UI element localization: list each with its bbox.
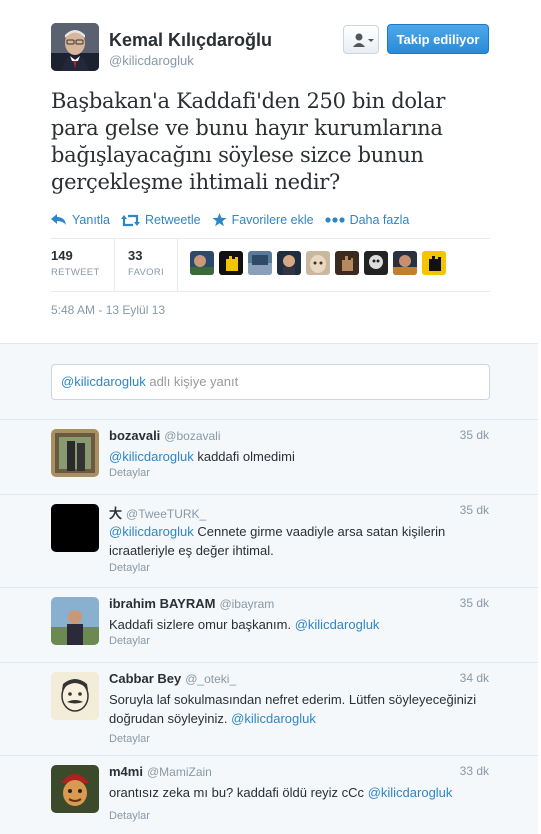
divider — [177, 239, 178, 292]
details-link[interactable]: Detaylar — [109, 733, 150, 745]
reply-body: Kaddafi sizlere omur başkanım. — [109, 617, 295, 632]
mention-link[interactable]: @kilicdarogluk — [109, 449, 194, 464]
avatar[interactable] — [51, 23, 99, 71]
retweet-stat[interactable]: 149 RETWEET — [51, 248, 100, 278]
favoriter-avatar[interactable] — [219, 251, 243, 275]
following-button[interactable]: Takip ediliyor — [387, 24, 489, 54]
star-icon — [212, 213, 227, 227]
avatar[interactable] — [51, 429, 99, 477]
reply-mention: @kilicdarogluk — [61, 374, 146, 389]
reply-text: Soruyla laf sokulmasından nefret ederim.… — [109, 690, 494, 728]
mention-link[interactable]: @kilicdarogluk — [368, 785, 453, 800]
reply-item[interactable]: bozavali @bozavali 35 dk @kilicdarogluk k… — [0, 419, 538, 494]
reply-author-name: 大 — [109, 506, 123, 521]
favoriter-avatar[interactable] — [393, 251, 417, 275]
reply-author-handle: @_oteki_ — [185, 672, 237, 686]
reply-text: @kilicdarogluk kaddafi olmedimi — [109, 447, 494, 466]
reply-author[interactable]: m4mi @MamiZain — [109, 764, 212, 779]
mention-link[interactable]: @kilicdarogluk — [231, 711, 316, 726]
reply-item[interactable]: ibrahim BAYRAM @ibayram 35 dk Kaddafi siz… — [0, 587, 538, 662]
reply-author-name: Cabbar Bey — [109, 671, 182, 686]
details-link[interactable]: Detaylar — [109, 467, 150, 479]
tweet-timestamp[interactable]: 5:48 AM - 13 Eylül 13 — [51, 303, 165, 317]
avatar[interactable] — [51, 672, 99, 720]
reply-item[interactable]: m4mi @MamiZain 33 dk orantısız zeka mı bu… — [0, 755, 538, 834]
reply-time[interactable]: 35 dk — [460, 596, 489, 610]
favorite-count-label: FAVORI — [128, 267, 164, 278]
retweet-count: 149 — [51, 248, 73, 263]
reply-placeholder: adlı kişiye yanıt — [145, 374, 239, 389]
divider — [114, 239, 115, 292]
profile-name[interactable]: Kemal Kılıçdaroğlu — [109, 30, 272, 51]
reply-area: @kilicdarogluk adlı kişiye yanıt — [0, 343, 538, 419]
retweet-count-label: RETWEET — [51, 267, 100, 278]
reply-label: Yanıtla — [72, 213, 110, 227]
favorite-label: Favorilere ekle — [231, 213, 314, 227]
reply-author-handle: @TweeTURK_ — [126, 507, 207, 521]
mention-link[interactable]: @kilicdarogluk — [295, 617, 380, 632]
reply-author-handle: @MamiZain — [146, 765, 212, 779]
tweet-stats: 149 RETWEET 33 FAVORI — [51, 238, 490, 292]
more-label: Daha fazla — [349, 213, 410, 227]
more-dots-icon — [324, 217, 345, 223]
details-link[interactable]: Detaylar — [109, 810, 150, 822]
favoriter-avatar[interactable] — [364, 251, 388, 275]
favorite-stat[interactable]: 33 FAVORI — [128, 248, 164, 278]
reply-text: orantısız zeka mı bu? kaddafi öldü reyiz… — [109, 783, 494, 802]
reply-author-handle: @ibayram — [219, 597, 275, 611]
reply-body: kaddafi olmedimi — [193, 449, 295, 464]
reply-author[interactable]: bozavali @bozavali — [109, 428, 221, 443]
reply-body: orantısız zeka mı bu? kaddafi öldü reyiz… — [109, 785, 368, 800]
profile-handle[interactable]: @kilicdarogluk — [109, 53, 194, 68]
favorite-action[interactable]: Favorilere ekle — [212, 210, 314, 230]
favoriter-avatar[interactable] — [335, 251, 359, 275]
reply-icon — [51, 214, 66, 225]
reply-action[interactable]: Yanıtla — [51, 210, 110, 230]
favoriter-avatar[interactable] — [190, 251, 214, 275]
reply-text: @kilicdarogluk Cennete girme vaadiyle ar… — [109, 522, 494, 560]
more-action[interactable]: Daha fazla — [324, 210, 410, 230]
reply-author[interactable]: Cabbar Bey @_oteki_ — [109, 671, 236, 686]
avatar[interactable] — [51, 504, 99, 552]
tweet-header: Kemal Kılıçdaroğlu @kilicdarogluk Takip … — [0, 0, 538, 343]
favoriter-avatar[interactable] — [306, 251, 330, 275]
retweet-action[interactable]: Retweetle — [121, 210, 201, 230]
retweet-label: Retweetle — [145, 213, 201, 227]
tweet-text: Başbakan'a Kaddafi'den 250 bin dolar par… — [51, 89, 446, 194]
favorite-count: 33 — [128, 248, 143, 263]
reply-time[interactable]: 33 dk — [460, 764, 489, 778]
retweet-icon — [121, 214, 140, 226]
details-link[interactable]: Detaylar — [109, 562, 150, 574]
reply-time[interactable]: 34 dk — [460, 671, 489, 685]
reply-author[interactable]: ibrahim BAYRAM @ibayram — [109, 596, 274, 611]
reply-author[interactable]: 大 @TweeTURK_ — [109, 503, 206, 522]
avatar[interactable] — [51, 765, 99, 813]
reply-time[interactable]: 35 dk — [460, 503, 489, 517]
reply-time[interactable]: 35 dk — [460, 428, 489, 442]
user-dropdown-icon — [353, 33, 374, 47]
reply-author-handle: @bozavali — [164, 429, 221, 443]
reply-author-name: bozavali — [109, 428, 161, 443]
reply-input[interactable]: @kilicdarogluk adlı kişiye yanıt — [51, 364, 490, 400]
user-actions-button[interactable] — [343, 25, 379, 54]
reply-author-name: ibrahim BAYRAM — [109, 596, 216, 611]
details-link[interactable]: Detaylar — [109, 635, 150, 647]
tweet-actions: Yanıtla Retweetle Favorilere ekle Daha f… — [51, 210, 420, 230]
reply-text: Kaddafi sizlere omur başkanım. @kilicdar… — [109, 615, 494, 634]
reply-item[interactable]: Cabbar Bey @_oteki_ 34 dk Soruyla laf sok… — [0, 662, 538, 755]
tweet-permalink-panel: Kemal Kılıçdaroğlu @kilicdarogluk Takip … — [0, 0, 538, 834]
avatar[interactable] — [51, 597, 99, 645]
reply-author-name: m4mi — [109, 764, 143, 779]
mention-link[interactable]: @kilicdarogluk — [109, 524, 194, 539]
favoriter-avatar[interactable] — [422, 251, 446, 275]
favoriter-avatar[interactable] — [277, 251, 301, 275]
favoriter-avatar[interactable] — [248, 251, 272, 275]
reply-item[interactable]: 大 @TweeTURK_ 35 dk @kilicdarogluk Cennete… — [0, 494, 538, 587]
